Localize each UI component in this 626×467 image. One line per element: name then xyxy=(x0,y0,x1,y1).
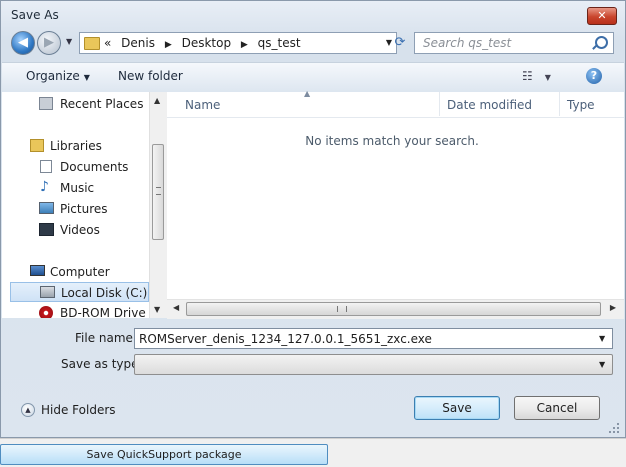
nav-item-label: Documents xyxy=(60,160,129,174)
chevron-right-icon[interactable]: ▶ xyxy=(241,40,248,50)
forward-button[interactable]: ▶ xyxy=(37,31,61,55)
navigation-row: ◀ ▶ ▼ « Denis ▶ Desktop ▶ qs_test ▼ ⟳ Se… xyxy=(9,31,617,57)
hide-folders-label: Hide Folders xyxy=(41,403,116,417)
nav-item-label: Videos xyxy=(60,223,100,237)
cancel-button[interactable]: Cancel xyxy=(514,396,600,420)
refresh-icon[interactable]: ⟳ xyxy=(389,32,411,54)
save-as-type-label: Save as type: xyxy=(61,357,143,371)
save-button[interactable]: Save xyxy=(414,396,500,420)
file-name-field[interactable] xyxy=(134,328,613,349)
sort-ascending-icon: ▲ xyxy=(304,89,311,98)
view-options-button[interactable]: ☷ ▼ xyxy=(522,69,551,83)
nav-item-label: BD-ROM Drive (D xyxy=(60,306,149,318)
scrollbar-thumb[interactable] xyxy=(186,302,601,316)
computer-icon xyxy=(30,265,45,276)
column-header-row: ▲ Name Date modified Type xyxy=(167,89,624,118)
grip-icon xyxy=(337,306,347,312)
nav-item-local-disk[interactable]: Local Disk (C:) xyxy=(10,282,149,302)
window-title: Save As xyxy=(11,8,59,22)
organize-button[interactable]: Organize ▼ xyxy=(26,69,90,83)
search-icon[interactable] xyxy=(595,36,608,49)
nav-item-label: Pictures xyxy=(60,202,108,216)
nav-item-label: Recent Places xyxy=(60,97,144,111)
file-name-label: File name: xyxy=(75,331,137,345)
save-as-type-dropdown-icon[interactable]: ▼ xyxy=(599,360,605,369)
chevron-up-icon: ▲ xyxy=(21,403,35,417)
breadcrumb-item-desktop[interactable]: Desktop xyxy=(182,36,232,50)
music-icon: ♪ xyxy=(40,179,49,195)
column-divider[interactable] xyxy=(559,92,560,116)
nav-item-pictures[interactable]: Pictures xyxy=(2,199,149,219)
view-list-icon: ☷ xyxy=(522,69,533,83)
folder-icon xyxy=(84,37,100,50)
column-header-name[interactable]: Name xyxy=(185,98,220,112)
address-bar[interactable]: « Denis ▶ Desktop ▶ qs_test ▼ xyxy=(79,32,397,54)
scroll-left-icon[interactable]: ◀ xyxy=(173,303,179,312)
videos-icon xyxy=(39,223,54,236)
search-box[interactable]: Search qs_test xyxy=(414,32,614,54)
search-input[interactable]: Search qs_test xyxy=(423,36,511,50)
nav-item-label: Libraries xyxy=(50,139,102,153)
file-name-dropdown-icon[interactable]: ▼ xyxy=(599,334,605,343)
save-quicksupport-package-button[interactable]: Save QuickSupport package xyxy=(0,444,328,465)
breadcrumb-overflow[interactable]: « xyxy=(104,36,111,50)
scroll-down-icon[interactable]: ▼ xyxy=(154,305,160,314)
title-bar[interactable]: Save As ✕ xyxy=(1,1,625,29)
nav-item-label: Music xyxy=(60,181,95,195)
scrollbar-thumb[interactable] xyxy=(152,144,164,240)
local-disk-icon xyxy=(40,286,55,298)
help-icon[interactable]: ? xyxy=(586,68,602,84)
scroll-up-icon[interactable]: ▲ xyxy=(154,96,160,105)
breadcrumb: « Denis ▶ Desktop ▶ qs_test xyxy=(104,36,307,50)
chevron-down-icon: ▼ xyxy=(83,73,90,82)
grip-icon xyxy=(156,187,161,195)
close-button[interactable]: ✕ xyxy=(587,7,617,25)
chevron-right-icon[interactable]: ▶ xyxy=(165,40,172,50)
column-divider[interactable] xyxy=(439,92,440,116)
organize-label: Organize xyxy=(26,69,80,83)
column-header-date-modified[interactable]: Date modified xyxy=(447,98,532,112)
navigation-pane-scrollbar[interactable]: ▲ ▼ xyxy=(149,92,167,318)
nav-item-computer[interactable]: Computer xyxy=(2,262,149,282)
chevron-down-icon: ▼ xyxy=(544,73,551,82)
nav-item-documents[interactable]: Documents xyxy=(2,157,149,177)
save-as-type-select[interactable] xyxy=(134,354,613,375)
scroll-right-icon[interactable]: ▶ xyxy=(610,303,616,312)
nav-item-bd-rom-drive[interactable]: BD-ROM Drive (D xyxy=(2,303,149,318)
recent-pages-dropdown-icon[interactable]: ▼ xyxy=(66,37,72,46)
column-header-type[interactable]: Type xyxy=(567,98,595,112)
file-list[interactable]: ▲ Name Date modified Type No items match… xyxy=(167,89,624,299)
taskbar-strip: Save QuickSupport package xyxy=(0,438,626,467)
nav-item-label: Local Disk (C:) xyxy=(61,286,148,300)
new-folder-button[interactable]: New folder xyxy=(118,69,183,83)
nav-item-label: Computer xyxy=(50,265,110,279)
recent-places-icon xyxy=(39,97,53,110)
pictures-icon xyxy=(39,202,54,214)
bd-rom-drive-icon xyxy=(39,306,53,318)
resize-grip-icon[interactable] xyxy=(607,421,621,435)
navigation-pane: Recent Places Libraries Documents ♪ Musi… xyxy=(2,92,149,318)
empty-message: No items match your search. xyxy=(305,134,479,148)
nav-item-libraries[interactable]: Libraries xyxy=(2,136,149,156)
documents-icon xyxy=(40,160,52,173)
back-button[interactable]: ◀ xyxy=(11,31,35,55)
nav-item-videos[interactable]: Videos xyxy=(2,220,149,240)
file-list-horizontal-scrollbar[interactable]: ◀ ▶ xyxy=(167,299,624,319)
breadcrumb-item-qs-test[interactable]: qs_test xyxy=(258,36,301,50)
command-bar: Organize ▼ New folder ☷ ▼ ? xyxy=(2,62,624,93)
breadcrumb-item-denis[interactable]: Denis xyxy=(121,36,155,50)
nav-item-recent-places[interactable]: Recent Places xyxy=(2,94,149,114)
nav-item-music[interactable]: ♪ Music xyxy=(2,178,149,198)
save-as-dialog: Save As ✕ ◀ ▶ ▼ « Denis ▶ Desktop ▶ qs_t… xyxy=(0,0,626,438)
libraries-icon xyxy=(30,139,44,152)
